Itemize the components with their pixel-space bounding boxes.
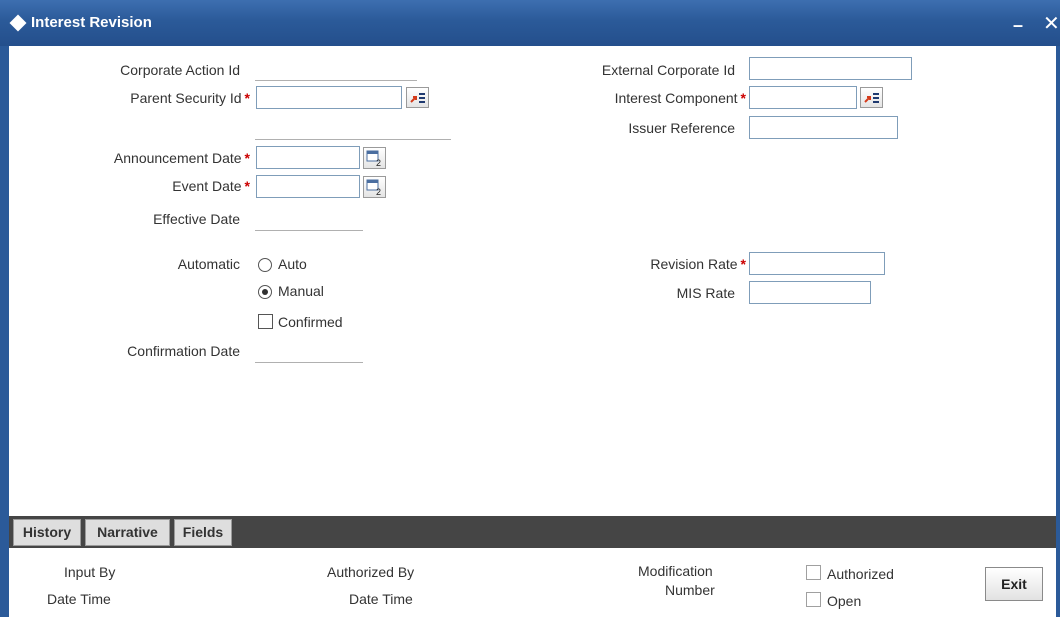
open-label: Open xyxy=(827,593,862,609)
authorized-by-label: Authorized By xyxy=(327,564,415,580)
svg-text:2: 2 xyxy=(376,158,381,167)
window-diamond-icon xyxy=(9,14,27,32)
event-date-label: Event Date * xyxy=(40,178,250,194)
auto-radio[interactable] xyxy=(258,258,272,272)
required-marker: * xyxy=(740,90,746,106)
audit-footer xyxy=(9,548,1056,617)
lov-list-icon xyxy=(864,93,879,103)
number-label: Number xyxy=(665,582,715,598)
revision-rate-input[interactable] xyxy=(749,252,885,275)
required-marker: * xyxy=(244,90,250,106)
event-date-label-text: Event Date xyxy=(172,178,242,194)
announcement-date-label-text: Announcement Date xyxy=(113,150,242,166)
revision-rate-label: Revision Rate * xyxy=(520,256,746,272)
interest-revision-window: Interest Revision – ✕ Corporate Action I… xyxy=(0,0,1060,617)
auto-option-label: Auto xyxy=(278,256,307,272)
input-by-label: Input By xyxy=(64,564,116,580)
interest-component-label: Interest Component * xyxy=(520,90,746,106)
calendar-icon: 2 xyxy=(366,179,381,196)
window-title: Interest Revision xyxy=(31,14,152,31)
date-time-label: Date Time xyxy=(47,591,111,607)
radio-selected-dot xyxy=(262,289,268,295)
minimize-button[interactable]: – xyxy=(1013,16,1028,34)
issuer-reference-label: Issuer Reference xyxy=(628,120,735,136)
parent-security-id-lov-button[interactable] xyxy=(406,87,429,108)
close-button[interactable]: ✕ xyxy=(1043,12,1060,36)
confirmed-checkbox[interactable] xyxy=(258,314,273,329)
manual-radio[interactable] xyxy=(258,285,272,299)
confirmation-date-label: Confirmation Date xyxy=(127,343,240,359)
manual-option-label: Manual xyxy=(278,283,324,299)
corporate-action-id-label: Corporate Action Id xyxy=(120,62,240,78)
confirmation-date-value xyxy=(255,362,363,363)
tab-history[interactable]: History xyxy=(13,519,81,546)
external-corporate-id-input[interactable] xyxy=(749,57,912,80)
automatic-label: Automatic xyxy=(177,256,240,272)
exit-button[interactable]: Exit xyxy=(985,567,1043,601)
announcement-date-input[interactable] xyxy=(256,146,360,169)
window-right-edge xyxy=(1056,46,1060,617)
required-marker: * xyxy=(244,150,250,166)
mis-rate-label: MIS Rate xyxy=(676,285,735,301)
required-marker: * xyxy=(244,178,250,194)
event-date-calendar-button[interactable]: 2 xyxy=(363,176,386,198)
parent-security-id-label-text: Parent Security Id xyxy=(130,90,242,106)
confirmed-label: Confirmed xyxy=(278,314,343,330)
effective-date-label: Effective Date xyxy=(153,211,240,227)
title-bar: Interest Revision – ✕ xyxy=(0,0,1060,46)
parent-security-id-label: Parent Security Id * xyxy=(40,90,250,106)
tab-narrative[interactable]: Narrative xyxy=(85,519,170,546)
issuer-reference-input[interactable] xyxy=(749,116,898,139)
interest-component-lov-button[interactable] xyxy=(860,87,883,108)
event-date-input[interactable] xyxy=(256,175,360,198)
announcement-date-calendar-button[interactable]: 2 xyxy=(363,147,386,169)
announcement-date-label: Announcement Date * xyxy=(40,150,250,166)
interest-component-label-text: Interest Component xyxy=(614,90,738,106)
interest-component-input[interactable] xyxy=(749,86,857,109)
lov-list-icon xyxy=(410,93,425,103)
authorized-date-time-label: Date Time xyxy=(349,591,413,607)
authorized-label: Authorized xyxy=(827,566,894,582)
modification-label: Modification xyxy=(638,563,713,579)
svg-text:2: 2 xyxy=(376,187,381,196)
window-left-edge xyxy=(0,46,9,617)
revision-rate-label-text: Revision Rate xyxy=(650,256,738,272)
open-checkbox[interactable] xyxy=(806,592,821,607)
authorized-checkbox[interactable] xyxy=(806,565,821,580)
parent-security-id-input[interactable] xyxy=(256,86,402,109)
corporate-action-id-value xyxy=(255,80,417,81)
parent-security-description xyxy=(255,139,451,140)
mis-rate-input[interactable] xyxy=(749,281,871,304)
calendar-icon: 2 xyxy=(366,150,381,167)
tab-fields[interactable]: Fields xyxy=(174,519,232,546)
external-corporate-id-label: External Corporate Id xyxy=(601,62,735,78)
required-marker: * xyxy=(740,256,746,272)
effective-date-value xyxy=(255,230,363,231)
